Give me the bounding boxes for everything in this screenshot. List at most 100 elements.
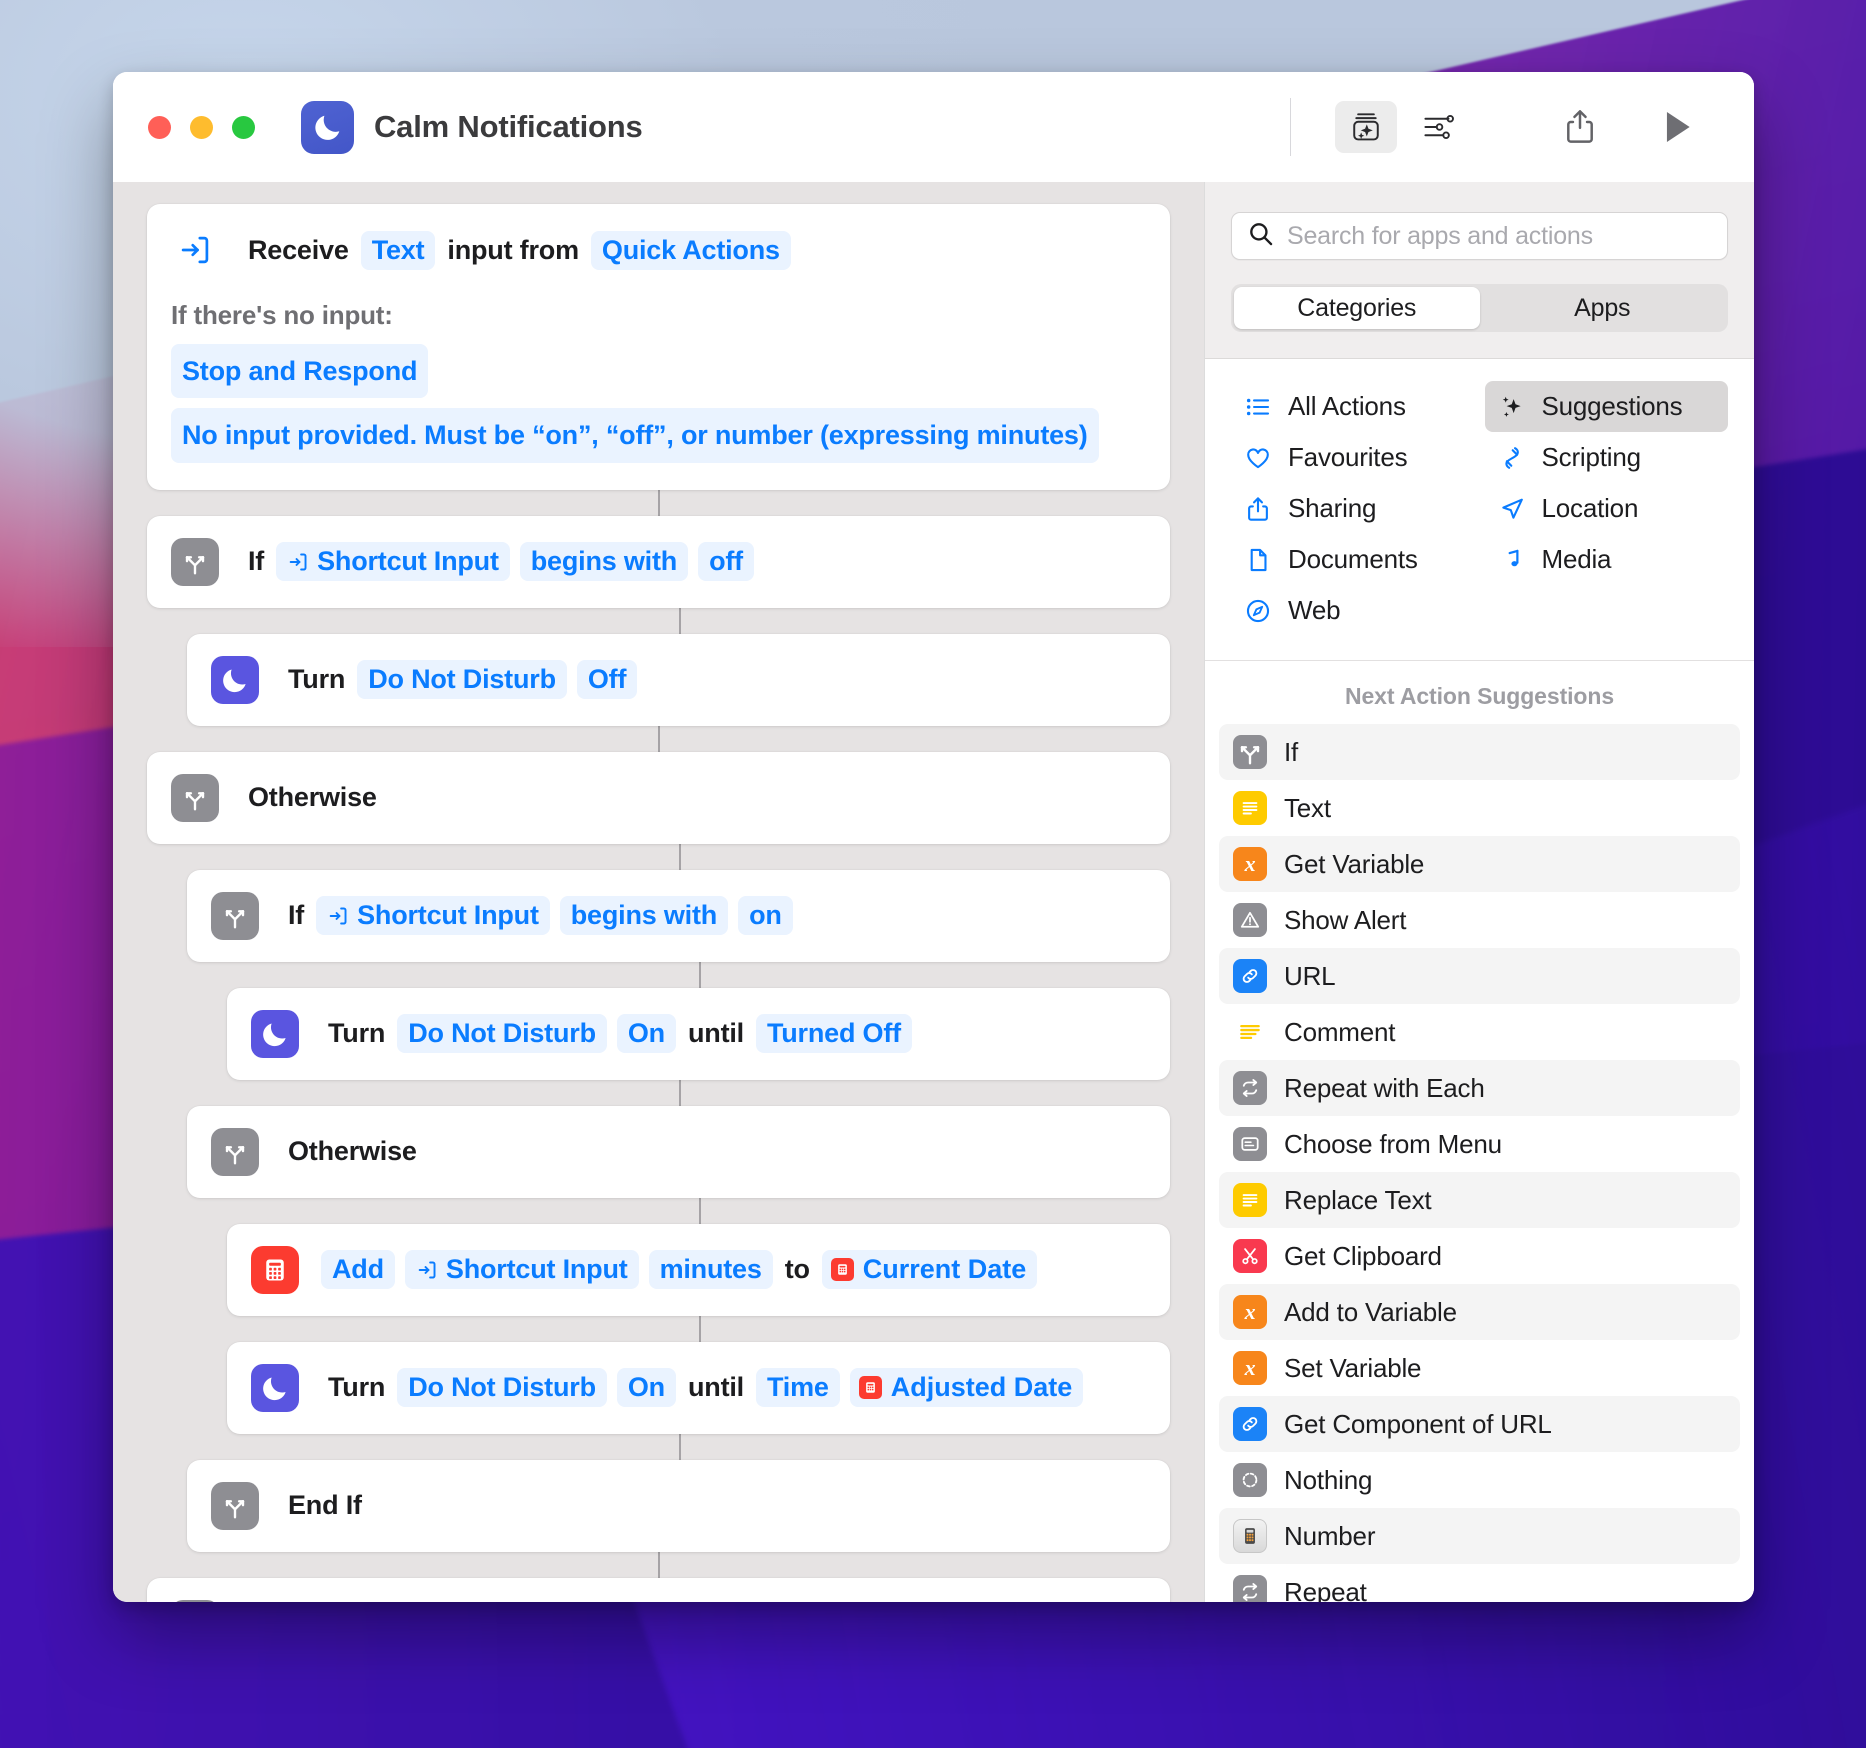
branch-icon: [171, 538, 219, 586]
token-label: Off: [588, 664, 626, 695]
suggestion-item-if[interactable]: If: [1219, 724, 1740, 780]
suggestion-label: Add to Variable: [1284, 1297, 1457, 1328]
action-parameter-token[interactable]: Turned Off: [756, 1014, 912, 1053]
action-parameter-token[interactable]: No input provided. Must be “on”, “off”, …: [171, 408, 1099, 462]
action-parameter-token[interactable]: Do Not Disturb: [357, 660, 567, 699]
suggestion-item-set-variable[interactable]: xSet Variable: [1219, 1340, 1740, 1396]
category-item-scripting[interactable]: Scripting: [1485, 432, 1729, 483]
action-parameter-token[interactable]: On: [617, 1368, 676, 1407]
action-card-turn-dnd-on-until-off[interactable]: TurnDo Not DisturbOnuntilTurned Off: [227, 988, 1170, 1080]
category-item-favourites[interactable]: Favourites: [1231, 432, 1475, 483]
zoom-button[interactable]: [232, 116, 255, 139]
category-item-location[interactable]: Location: [1485, 483, 1729, 534]
action-parameter-token[interactable]: begins with: [560, 896, 728, 935]
sparkles-icon: [1497, 392, 1527, 422]
action-card-otherwise-inner[interactable]: Otherwise: [187, 1106, 1170, 1198]
action-parameter-token[interactable]: Time: [756, 1368, 840, 1407]
suggestion-item-url[interactable]: URL: [1219, 948, 1740, 1004]
action-parameter-token[interactable]: minutes: [649, 1250, 773, 1289]
action-library-icon[interactable]: [1335, 101, 1397, 153]
action-card-otherwise-outer[interactable]: Otherwise: [147, 752, 1170, 844]
category-label: Location: [1542, 493, 1639, 524]
suggestion-item-show-alert[interactable]: Show Alert: [1219, 892, 1740, 948]
shortcut-input-icon: [287, 551, 309, 573]
action-parameter-token[interactable]: Quick Actions: [591, 231, 791, 270]
tab-categories[interactable]: Categories: [1234, 287, 1480, 329]
action-connector: [679, 1434, 681, 1460]
action-parameter-token[interactable]: Do Not Disturb: [397, 1368, 607, 1407]
category-item-media[interactable]: Media: [1485, 534, 1729, 585]
action-parameter-token[interactable]: Off: [577, 660, 637, 699]
action-text: to: [778, 1254, 817, 1285]
action-parameter-token[interactable]: on: [738, 896, 793, 935]
action-card-turn-dnd-off[interactable]: TurnDo Not DisturbOff: [187, 634, 1170, 726]
action-row: TurnDo Not DisturbOnuntilTimeAdjusted Da…: [251, 1364, 1146, 1412]
warning-icon: [1233, 903, 1267, 937]
suggestion-item-add-to-variable[interactable]: x Add to Variable: [1219, 1284, 1740, 1340]
close-button[interactable]: [148, 116, 171, 139]
action-row: Add Shortcut Input minutestoCurrent Date: [251, 1246, 1146, 1294]
variable-chip[interactable]: Adjusted Date: [850, 1368, 1084, 1407]
suggestion-item-choose-from-menu[interactable]: Choose from Menu: [1219, 1116, 1740, 1172]
suggestion-item-text[interactable]: Text: [1219, 780, 1740, 836]
search-input[interactable]: Search for apps and actions: [1231, 212, 1728, 260]
action-parameter-token[interactable]: On: [617, 1014, 676, 1053]
action-text: Otherwise: [281, 1136, 424, 1167]
suggestion-item-repeat-with-each[interactable]: Repeat with Each: [1219, 1060, 1740, 1116]
action-parameter-token[interactable]: off: [698, 542, 754, 581]
category-item-sharing[interactable]: Sharing: [1231, 483, 1475, 534]
suggestion-item-repeat[interactable]: Repeat: [1219, 1564, 1740, 1602]
suggestion-label: Repeat: [1284, 1577, 1367, 1603]
action-parameter-token[interactable]: Shortcut Input: [405, 1250, 639, 1289]
variable-x-icon: x: [1233, 1295, 1267, 1329]
action-card-turn-dnd-on-until-time[interactable]: TurnDo Not DisturbOnuntilTimeAdjusted Da…: [227, 1342, 1170, 1434]
tab-apps[interactable]: Apps: [1480, 287, 1726, 329]
variable-chip[interactable]: Current Date: [822, 1250, 1038, 1289]
suggestion-item-get-clipboard[interactable]: Get Clipboard: [1219, 1228, 1740, 1284]
category-item-web[interactable]: Web: [1231, 585, 1475, 636]
action-parameter-token[interactable]: Shortcut Input: [316, 896, 550, 935]
token-label: begins with: [571, 900, 717, 931]
suggestion-item-replace-text[interactable]: Replace Text: [1219, 1172, 1740, 1228]
action-parameter-token[interactable]: Add: [321, 1250, 395, 1289]
action-card-end-if-inner[interactable]: End If: [187, 1460, 1170, 1552]
action-card-receive-input[interactable]: ReceiveTextinput fromQuick ActionsIf the…: [147, 204, 1170, 490]
action-card-end-if-outer[interactable]: End If: [147, 1578, 1170, 1602]
shortcut-editor-canvas[interactable]: ReceiveTextinput fromQuick ActionsIf the…: [113, 182, 1204, 1602]
scripting-icon: [1497, 443, 1527, 473]
category-label: Web: [1288, 595, 1340, 626]
suggestions-list: IfTextxGet VariableShow AlertURLCommentR…: [1205, 724, 1754, 1602]
action-parameter-token[interactable]: Do Not Disturb: [397, 1014, 607, 1053]
minimize-button[interactable]: [190, 116, 213, 139]
category-item-suggestions[interactable]: Suggestions: [1485, 381, 1729, 432]
heart-icon: [1243, 443, 1273, 473]
suggestion-item-number[interactable]: Number: [1219, 1508, 1740, 1564]
action-parameter-token[interactable]: Text: [361, 231, 436, 270]
sliders-icon[interactable]: [1413, 101, 1467, 153]
category-label: Favourites: [1288, 442, 1407, 473]
calendar-icon: [251, 1246, 299, 1294]
compass-icon: [1243, 596, 1273, 626]
token-label: On: [628, 1372, 665, 1403]
token-label: On: [628, 1018, 665, 1049]
action-connector: [679, 1080, 681, 1106]
action-parameter-token[interactable]: Shortcut Input: [276, 542, 510, 581]
action-card-if-off[interactable]: If Shortcut Input begins with off: [147, 516, 1170, 608]
category-item-all-actions[interactable]: All Actions: [1231, 381, 1475, 432]
action-parameter-token[interactable]: Stop and Respond: [171, 344, 428, 398]
action-text: If: [241, 546, 271, 577]
window-titlebar: Calm Notifications: [113, 72, 1754, 182]
calendar-icon: [859, 1376, 882, 1399]
token-label: Shortcut Input: [317, 546, 499, 577]
moon-icon: [251, 1010, 299, 1058]
action-card-if-on[interactable]: IfShortcut Inputbegins withon: [187, 870, 1170, 962]
suggestion-item-comment[interactable]: Comment: [1219, 1004, 1740, 1060]
action-row: End If: [171, 1600, 1146, 1602]
suggestion-item-get-variable[interactable]: xGet Variable: [1219, 836, 1740, 892]
suggestion-item-get-component-of-url[interactable]: Get Component of URL: [1219, 1396, 1740, 1452]
category-item-documents[interactable]: Documents: [1231, 534, 1475, 585]
action-parameter-token[interactable]: begins with: [520, 542, 688, 581]
suggestion-item-nothing[interactable]: Nothing: [1219, 1452, 1740, 1508]
suggestion-label: Text: [1284, 793, 1331, 824]
action-card-adjust-date[interactable]: Add Shortcut Input minutestoCurrent Date: [227, 1224, 1170, 1316]
